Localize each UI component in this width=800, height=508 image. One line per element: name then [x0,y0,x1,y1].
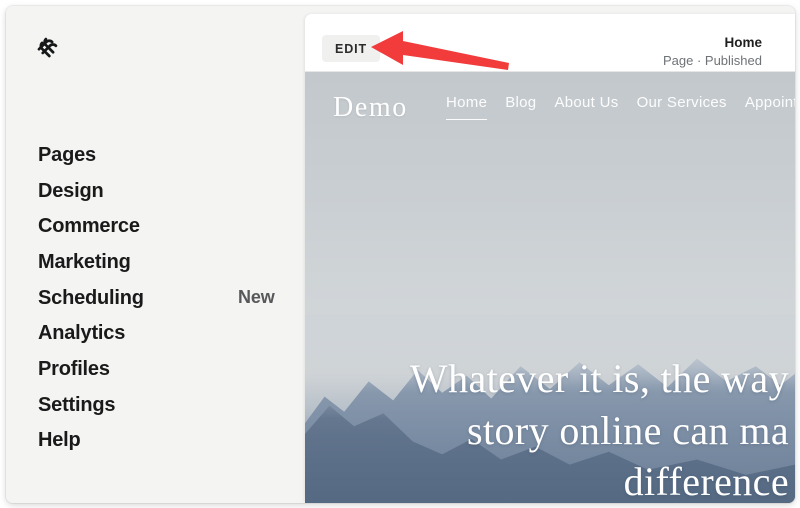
sidebar-item-marketing[interactable]: Marketing [6,244,305,280]
website-preview[interactable]: Demo Home Blog About Us Our Services App… [305,72,795,503]
site-nav-link-about-us[interactable]: About Us [554,94,618,120]
sidebar-item-settings[interactable]: Settings [6,387,305,423]
panel-header-bar: EDIT Home Page · Published [305,14,795,72]
sidebar-item-label: Pages [38,143,96,166]
new-badge: New [238,287,275,308]
site-nav-link-home[interactable]: Home [446,94,488,120]
hero-line: Whatever it is, the way [409,356,789,402]
sidebar-item-analytics[interactable]: Analytics [6,315,305,351]
sidebar-item-help[interactable]: Help [6,423,305,459]
main-sidebar: Pages Design Commerce Marketing Scheduli… [6,6,305,503]
sidebar-item-scheduling[interactable]: Scheduling New [6,280,305,316]
sidebar-item-label: Scheduling [38,286,144,309]
site-logo[interactable]: Demo [333,92,408,124]
edit-button[interactable]: EDIT [322,35,381,62]
sidebar-nav-list: Pages Design Commerce Marketing Scheduli… [6,137,305,458]
hero-headline: Whatever it is, the way story online can… [305,353,795,503]
page-status: Page · Published [662,53,762,69]
site-nav-link-appointments[interactable]: Appointme [745,94,795,120]
sidebar-item-label: Commerce [38,215,140,238]
squarespace-logo-icon[interactable] [33,32,65,64]
sidebar-item-pages[interactable]: Pages [6,137,305,173]
sidebar-item-label: Profiles [38,357,110,380]
site-nav-link-blog[interactable]: Blog [505,94,536,120]
sidebar-item-label: Settings [38,393,116,416]
sidebar-item-label: Marketing [38,250,131,273]
sidebar-item-profiles[interactable]: Profiles [6,351,305,387]
sidebar-item-label: Analytics [38,322,126,345]
site-navigation-bar: Demo Home Blog About Us Our Services App… [305,72,795,144]
sidebar-item-design[interactable]: Design [6,173,305,209]
site-nav-link-our-services[interactable]: Our Services [637,94,727,120]
site-nav-links: Home Blog About Us Our Services Appointm… [446,94,795,120]
hero-line: difference [623,458,789,503]
sidebar-item-label: Help [38,429,81,452]
hero-line: story online can ma [467,407,789,453]
page-title: Home [724,35,762,50]
sidebar-item-label: Design [38,179,104,202]
sidebar-item-commerce[interactable]: Commerce [6,208,305,244]
page-meta: Home Page · Published [663,34,762,70]
page-preview-panel: EDIT Home Page · Published Demo Home Blo… [305,14,795,503]
app-window: Pages Design Commerce Marketing Scheduli… [6,6,795,503]
